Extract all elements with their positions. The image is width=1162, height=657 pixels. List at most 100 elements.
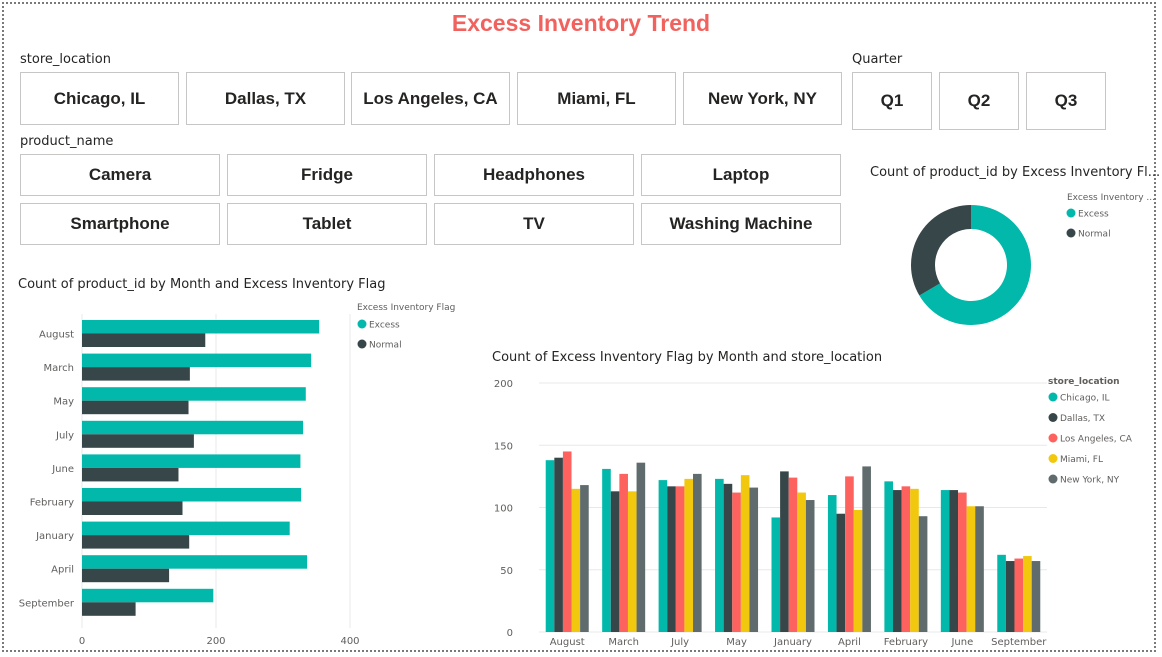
legend-label-chicago-il: Chicago, IL [1060,394,1110,404]
bar-new-york-ny-april [862,466,871,632]
bar-normal-september [82,602,136,616]
legend-marker-new-york-ny [1048,474,1058,484]
legend-title: store_location [1048,377,1120,387]
quarter-option-q1[interactable]: Q1 [852,72,932,130]
bar-chicago-il-june [940,490,950,632]
store-option-los-angeles[interactable]: Los Angeles, CA [351,72,510,125]
bar-los-angeles-ca-july [675,486,685,632]
bar-excess-january [82,521,290,536]
bar-chicago-il-february [884,481,893,632]
bar-dallas-tx-march [610,491,620,632]
bar-new-york-ny-february [918,516,928,632]
legend-marker-normal [1066,228,1076,238]
legend-marker-excess [357,319,367,329]
store-month-chart-title: Count of Excess Inventory Flag by Month … [492,350,883,365]
legend-label-normal: Normal [1078,230,1111,240]
bar-normal-june [82,467,179,482]
bar-normal-may [82,400,189,415]
bar-excess-august [82,320,320,334]
x-tick-label: 0 [79,636,85,647]
store-option-new-york[interactable]: New York, NY [683,72,842,125]
bar-dallas-tx-july [667,486,676,632]
bar-dallas-tx-september [1005,561,1015,632]
store-option-miami[interactable]: Miami, FL [517,72,676,125]
bar-chicago-il-may [715,478,724,632]
x-tick-label: January [773,637,812,648]
bar-miami-fl-july [684,478,694,632]
y-tick-label: 0 [507,628,513,639]
y-tick-label: May [53,397,74,408]
bar-miami-fl-june [966,506,976,632]
y-tick-label: February [30,498,74,509]
x-tick-label: May [726,637,747,648]
bar-miami-fl-august [571,488,581,632]
product-option-tablet[interactable]: Tablet [227,203,427,245]
bar-chicago-il-march [602,468,611,632]
bar-los-angeles-ca-april [845,476,854,632]
legend-title: Excess Inventory Flag [357,303,455,313]
legend-marker-normal [357,339,367,349]
month-flag-bar-chart: 0 200 400 August March May July June February Jan… [19,303,456,647]
store-option-dallas[interactable]: Dallas, TX [186,72,345,125]
legend-label-new-york-ny: New York, NY [1060,476,1120,486]
bar-excess-april [82,555,308,569]
bar-miami-fl-september [1023,556,1032,632]
x-tick-label: April [838,637,861,648]
bar-new-york-ny-january [805,500,815,632]
y-tick-label: June [51,464,74,475]
bar-new-york-ny-march [636,462,646,632]
bar-normal-february [82,501,183,515]
product-option-laptop[interactable]: Laptop [641,154,841,196]
legend-marker-excess [1066,208,1076,218]
legend-marker-los-angeles-ca [1048,433,1058,443]
x-tick-label: September [991,637,1047,648]
y-tick-label: January [35,531,74,542]
bar-dallas-tx-august [554,457,563,632]
quarter-option-q2[interactable]: Q2 [939,72,1019,130]
x-tick-label: 200 [206,636,225,647]
bar-normal-april [82,568,170,583]
bar-los-angeles-ca-september [1014,558,1024,632]
donut-chart-title: Count of product_id by Excess Inventory … [870,165,1161,180]
x-tick-label: March [608,637,638,648]
legend-label-dallas-tx: Dallas, TX [1060,414,1105,424]
product-option-camera[interactable]: Camera [20,154,220,196]
product-option-fridge[interactable]: Fridge [227,154,427,196]
bar-dallas-tx-february [892,490,902,632]
bar-normal-january [82,535,190,549]
legend-label-los-angeles-ca: Los Angeles, CA [1060,435,1133,445]
product-option-tv[interactable]: TV [434,203,634,245]
legend-marker-dallas-tx [1048,413,1058,422]
bar-chicago-il-july [658,480,668,632]
y-tick-label: 150 [494,441,513,452]
bar-new-york-ny-september [1031,561,1041,632]
product-option-smartphone[interactable]: Smartphone [20,203,220,245]
legend-label-normal: Normal [369,341,402,351]
product-option-headphones[interactable]: Headphones [434,154,634,196]
bar-excess-july [82,420,304,435]
bar-excess-may [82,387,306,401]
bar-normal-august [82,333,206,347]
quarter-option-q3[interactable]: Q3 [1026,72,1106,130]
bar-excess-september [82,588,214,603]
legend-label-excess: Excess [369,321,400,331]
quarter-slicer-label: Quarter [852,52,903,67]
month-flag-chart-title: Count of product_id by Month and Excess … [18,277,386,292]
bar-dallas-tx-april [836,513,846,632]
bar-dallas-tx-january [780,471,789,632]
x-tick-label: June [950,637,973,648]
store-option-chicago[interactable]: Chicago, IL [20,72,179,125]
product-option-washing-machine[interactable]: Washing Machine [641,203,841,245]
bar-dallas-tx-june [949,490,959,632]
x-tick-label: February [884,637,928,648]
y-tick-label: March [44,363,74,374]
bar-excess-june [82,454,301,468]
bar-new-york-ny-may [749,487,759,632]
x-tick-label: 400 [340,636,359,647]
bar-miami-fl-may [740,475,750,632]
bar-miami-fl-march [627,491,637,632]
bar-miami-fl-april [853,509,863,632]
y-tick-label: 50 [500,566,513,577]
x-tick-label: August [550,637,585,648]
legend-marker-chicago-il [1048,392,1058,402]
